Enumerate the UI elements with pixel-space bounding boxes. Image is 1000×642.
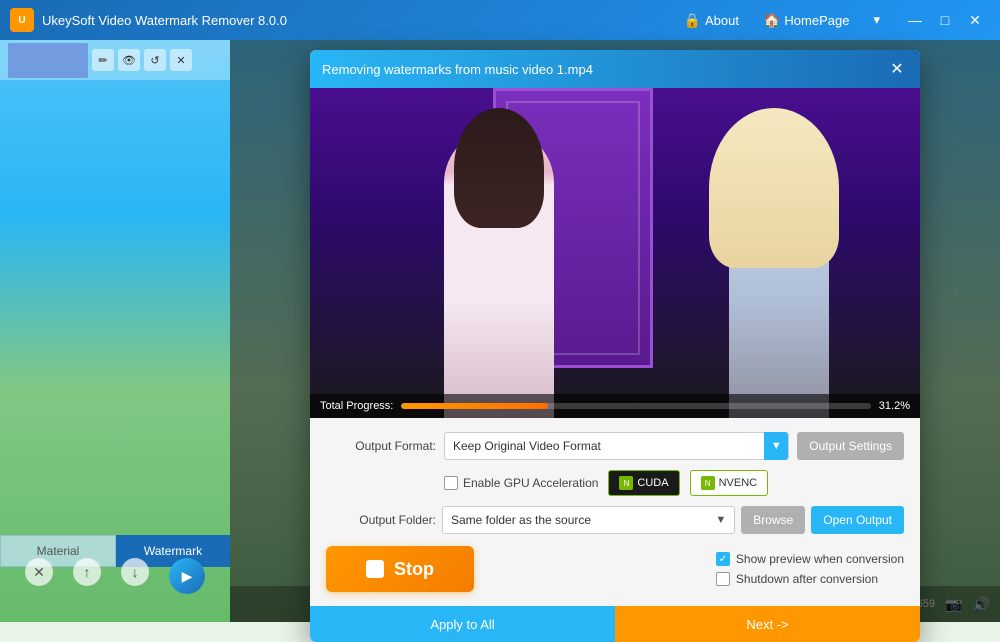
shutdown-label: Shutdown after conversion	[736, 572, 878, 586]
up-icon: ↑	[84, 564, 91, 580]
person-right	[729, 118, 829, 418]
gpu-checkbox[interactable]	[444, 476, 458, 490]
title-bar: U UkeySoft Video Watermark Remover 8.0.0…	[0, 0, 1000, 40]
folder-select-value: Same folder as the source	[451, 513, 591, 527]
sidebar: ✏ 👁 ↺ ✕ Material Watermark ✕ ↑	[0, 40, 230, 622]
sidebar-icon-group: ✏ 👁 ↺ ✕	[92, 49, 192, 71]
output-format-row: Output Format: Keep Original Video Forma…	[326, 432, 904, 460]
dropdown-icon: ▾	[873, 12, 880, 28]
nvenc-icon: N	[701, 476, 715, 490]
open-output-button[interactable]: Open Output	[811, 506, 904, 534]
nvenc-button[interactable]: N NVENC	[690, 470, 769, 496]
edit-icon-btn[interactable]: ✏	[92, 49, 114, 71]
stop-icon	[366, 560, 384, 578]
progress-label: Total Progress:	[320, 400, 393, 412]
app-logo: U	[10, 8, 34, 32]
dialog-header: Removing watermarks from music video 1.m…	[310, 50, 920, 88]
output-folder-row: Output Folder: Same folder as the source…	[326, 506, 904, 534]
person-left-body	[444, 128, 554, 418]
video-preview: Total Progress: 31.2%	[310, 88, 920, 418]
progress-bar-area: Total Progress: 31.2%	[310, 394, 920, 418]
cuda-button[interactable]: N CUDA	[608, 470, 679, 496]
video-scene: Total Progress: 31.2%	[310, 88, 920, 418]
progress-percent: 31.2%	[879, 400, 910, 412]
sidebar-top: ✏ 👁 ↺ ✕	[0, 40, 230, 80]
output-format-value: Keep Original Video Format	[453, 439, 601, 453]
person-right-hair	[709, 108, 839, 268]
sidebar-close-btn[interactable]: ✕	[170, 49, 192, 71]
right-options: ✓ Show preview when conversion Shutdown …	[716, 552, 904, 586]
dialog-overlay: Removing watermarks from music video 1.m…	[230, 40, 1000, 622]
person-right-body	[729, 118, 829, 418]
sidebar-thumbnail	[8, 43, 88, 78]
down-icon: ↓	[132, 564, 139, 580]
play-button[interactable]: ▶	[169, 558, 205, 594]
format-select-arrow: ▼	[764, 432, 788, 460]
play-icon: ▶	[182, 568, 193, 585]
lock-icon: 🔒	[684, 12, 701, 29]
next-button[interactable]: Next ->	[615, 606, 920, 642]
delete-icon: ✕	[33, 564, 45, 581]
cuda-icon: N	[619, 476, 633, 490]
main-layout: ✏ 👁 ↺ ✕ Material Watermark ✕ ↑	[0, 40, 1000, 622]
move-up-button[interactable]: ↑	[73, 558, 101, 586]
content-area: Removing watermarks from music video 1.m…	[230, 40, 1000, 622]
refresh-icon-btn[interactable]: ↺	[144, 49, 166, 71]
apply-all-button[interactable]: Apply to All	[310, 606, 615, 642]
output-settings-button[interactable]: Output Settings	[797, 432, 904, 460]
close-button[interactable]: ✕	[960, 5, 990, 35]
show-preview-checkbox[interactable]: ✓	[716, 552, 730, 566]
dropdown-nav-item[interactable]: ▾	[863, 8, 890, 32]
stop-button[interactable]: Stop	[326, 546, 474, 592]
move-down-button[interactable]: ↓	[121, 558, 149, 586]
homepage-label: HomePage	[784, 13, 849, 28]
gpu-checkbox-label[interactable]: Enable GPU Acceleration	[444, 476, 598, 490]
sidebar-actions: ✕ ↑ ↓ ▶	[0, 550, 230, 602]
progress-track	[401, 403, 870, 409]
gpu-label: Enable GPU Acceleration	[463, 476, 598, 490]
show-preview-option[interactable]: ✓ Show preview when conversion	[716, 552, 904, 566]
app-title: UkeySoft Video Watermark Remover 8.0.0	[42, 13, 674, 28]
dialog-footer: Apply to All Next ->	[310, 606, 920, 642]
delete-button[interactable]: ✕	[25, 558, 53, 586]
eye-icon-btn[interactable]: 👁	[118, 49, 140, 71]
show-preview-label: Show preview when conversion	[736, 552, 904, 566]
title-nav: 🔒 About 🏠 HomePage ▾	[674, 8, 890, 33]
home-icon: 🏠	[763, 12, 780, 29]
output-format-label: Output Format:	[326, 439, 436, 453]
shutdown-option[interactable]: Shutdown after conversion	[716, 572, 904, 586]
minimize-button[interactable]: —	[900, 5, 930, 35]
output-folder-label: Output Folder:	[326, 513, 436, 527]
homepage-nav-item[interactable]: 🏠 HomePage	[753, 8, 859, 33]
bottom-controls-row: Stop ✓ Show preview when conversion Shut…	[326, 546, 904, 592]
dialog-body: Output Format: Keep Original Video Forma…	[310, 418, 920, 606]
about-nav-item[interactable]: 🔒 About	[674, 8, 749, 33]
person-left	[444, 128, 554, 418]
dialog-title: Removing watermarks from music video 1.m…	[322, 62, 593, 77]
browse-button[interactable]: Browse	[741, 506, 805, 534]
gpu-row: Enable GPU Acceleration N CUDA N NVENC	[326, 470, 904, 496]
shutdown-checkbox[interactable]	[716, 572, 730, 586]
person-left-hair	[454, 108, 544, 228]
sidebar-content	[0, 80, 230, 552]
output-format-select[interactable]: Keep Original Video Format ▼	[444, 432, 789, 460]
conversion-dialog: Removing watermarks from music video 1.m…	[310, 50, 920, 642]
dialog-close-button[interactable]: ✕	[886, 58, 908, 80]
output-folder-select[interactable]: Same folder as the source ▼	[442, 506, 735, 534]
progress-fill	[401, 403, 547, 409]
window-controls: — □ ✕	[900, 5, 990, 35]
about-label: About	[705, 13, 739, 28]
folder-select-arrow: ▼	[715, 514, 726, 526]
maximize-button[interactable]: □	[930, 5, 960, 35]
